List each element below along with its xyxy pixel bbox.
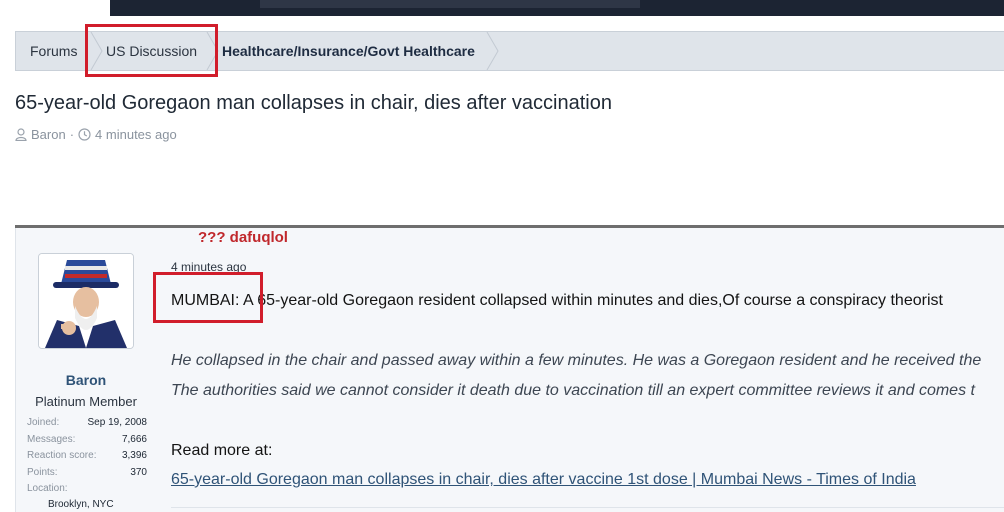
post-footer-divider bbox=[171, 507, 1004, 508]
thread-title: 65-year-old Goregaon man collapses in ch… bbox=[15, 92, 612, 114]
source-link[interactable]: 65-year-old Goregaon man collapses in ch… bbox=[171, 471, 916, 489]
stat-value[interactable]: 370 bbox=[130, 467, 147, 478]
stat-location-value: Brooklyn, NYC bbox=[48, 499, 114, 510]
stat-points: Points: 370 bbox=[27, 467, 147, 484]
highlight-box bbox=[85, 24, 218, 77]
stat-reaction-score: Reaction score: 3,396 bbox=[27, 450, 147, 467]
post-quote-line: He collapsed in the chair and passed awa… bbox=[171, 352, 982, 369]
user-title: Platinum Member bbox=[35, 394, 137, 409]
meta-separator: · bbox=[69, 127, 75, 142]
stat-label: Points: bbox=[27, 466, 58, 478]
avatar[interactable] bbox=[38, 253, 134, 349]
chevron-right-icon bbox=[486, 32, 500, 70]
breadcrumb-forums[interactable]: Forums bbox=[30, 32, 77, 70]
top-navigation-bar bbox=[0, 0, 1004, 16]
stat-label: Joined: bbox=[27, 417, 60, 428]
stat-label: Location: bbox=[27, 483, 68, 494]
stat-value: Sep 19, 2008 bbox=[87, 417, 148, 428]
stat-value[interactable]: 7,666 bbox=[122, 434, 147, 445]
thread-time[interactable]: 4 minutes ago bbox=[95, 127, 177, 142]
post-container bbox=[15, 228, 1004, 512]
user-stats: Joined: Sep 19, 2008 Messages: 7,666 Rea… bbox=[27, 417, 147, 500]
thread-author[interactable]: Baron bbox=[31, 127, 66, 142]
post-body-line: MUMBAI: A 65-year-old Goregaon resident … bbox=[171, 292, 943, 309]
breadcrumb-healthcare[interactable]: Healthcare/Insurance/Govt Healthcare bbox=[222, 32, 475, 70]
annotation-text: ??? dafuqlol bbox=[198, 229, 288, 246]
stat-label: Messages: bbox=[27, 433, 76, 445]
stat-location: Location: bbox=[27, 483, 147, 500]
top-navigation-dark-strip bbox=[110, 0, 1004, 16]
stat-messages: Messages: 7,666 bbox=[27, 434, 147, 451]
highlight-box bbox=[153, 272, 263, 323]
post-author-name[interactable]: Baron bbox=[38, 372, 134, 388]
clock-icon bbox=[78, 128, 91, 141]
stat-value: 3,396 bbox=[121, 450, 147, 461]
post-quote-line: The authorities said we cannot consider … bbox=[171, 382, 975, 399]
stat-label: Reaction score: bbox=[27, 450, 97, 461]
read-more-label: Read more at: bbox=[171, 442, 273, 459]
user-icon bbox=[15, 128, 27, 141]
thread-meta: Baron · 4 minutes ago bbox=[15, 127, 177, 142]
stat-joined: Joined: Sep 19, 2008 bbox=[27, 417, 147, 434]
